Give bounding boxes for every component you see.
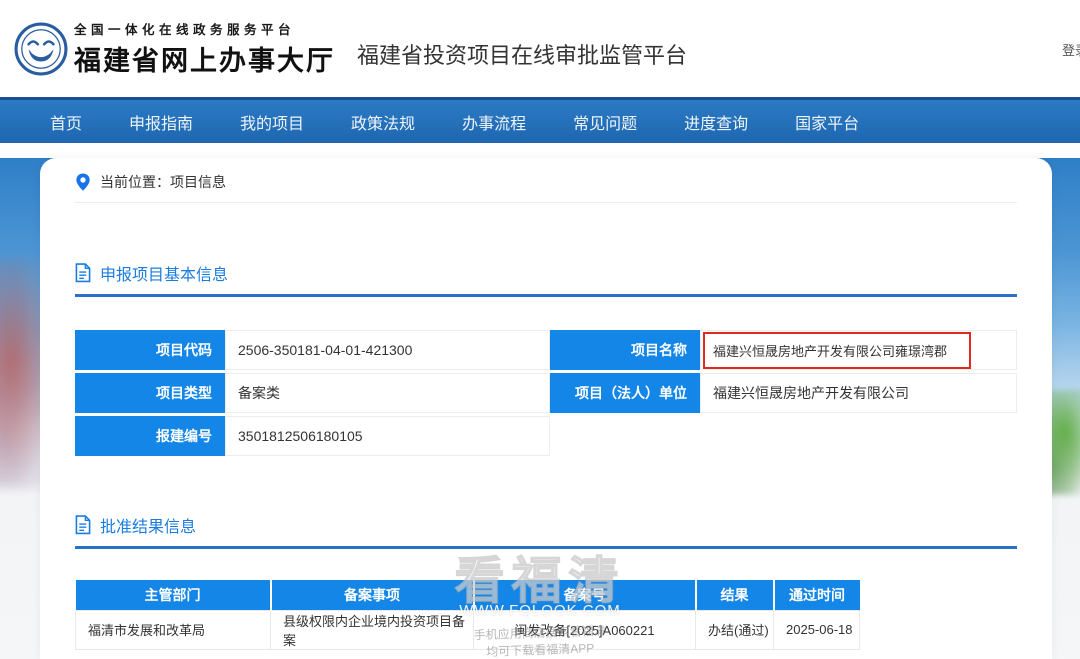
empty-cell: [550, 416, 700, 456]
column-header: 备案事项: [270, 580, 475, 610]
section-divider: [75, 546, 1017, 549]
cell-department: 福清市发展和改革局: [75, 609, 271, 650]
logo-text: 全国一体化在线政务服务平台 福建省网上办事大厅: [74, 19, 335, 78]
section-approval-heading: 批准结果信息: [75, 514, 1017, 536]
document-icon: [75, 515, 91, 535]
nav-item-national-platform[interactable]: 国家平台: [795, 110, 859, 134]
field-label: 项目类型: [75, 373, 225, 413]
nav-item-declare-guide[interactable]: 申报指南: [129, 110, 193, 134]
column-header: 主管部门: [75, 580, 272, 610]
field-label: 项目（法人）单位: [550, 373, 700, 413]
field-label: 项目代码: [75, 330, 225, 370]
field-value: 3501812506180105: [225, 416, 550, 456]
cell-pass-date: 2025-06-18: [773, 609, 860, 650]
gov-smiley-emblem-icon: [14, 22, 68, 75]
site-header: 全国一体化在线政务服务平台 福建省网上办事大厅 福建省投资项目在线审批监管平台 …: [0, 0, 1080, 97]
logo-group: 全国一体化在线政务服务平台 福建省网上办事大厅 福建省投资项目在线审批监管平台: [14, 19, 687, 78]
breadcrumb-label: 当前位置：项目信息: [100, 174, 226, 190]
nav-item-policies[interactable]: 政策法规: [351, 110, 415, 134]
document-icon: [75, 263, 91, 283]
section-divider: [75, 294, 1017, 297]
field-value: 福建兴恒晟房地产开发有限公司: [700, 373, 1017, 413]
field-value: 备案类: [225, 373, 550, 413]
nav-item-process[interactable]: 办事流程: [462, 110, 526, 134]
logo-title: 福建省网上办事大厅: [74, 46, 335, 77]
basic-info-table: 项目代码 2506-350181-04-01-421300 项目名称 福建兴恒晟…: [75, 330, 1017, 456]
cell-record-item: 县级权限内企业境内投资项目备案: [270, 609, 474, 650]
nav-item-my-projects[interactable]: 我的项目: [240, 110, 304, 134]
nav-item-home[interactable]: 首页: [50, 110, 82, 134]
cell-result: 办结(通过): [695, 609, 774, 650]
cell-record-number: 闽发改备[2025]A060221: [473, 609, 696, 650]
nav-item-faq[interactable]: 常见问题: [573, 110, 637, 134]
section-basic-info-heading: 申报项目基本信息: [75, 262, 1017, 284]
highlighted-project-name: 福建兴恒晟房地产开发有限公司雍璟湾郡: [703, 331, 972, 369]
table-header-row: 主管部门 备案事项 备案号 结果 通过时间: [75, 580, 860, 610]
logo-subtitle: 全国一体化在线政务服务平台: [74, 22, 296, 37]
field-label: 报建编号: [75, 416, 225, 456]
field-value: 2506-350181-04-01-421300: [225, 330, 550, 370]
section-title: 批准结果信息: [100, 519, 197, 536]
breadcrumb: 当前位置：项目信息: [75, 158, 1017, 203]
column-header: 通过时间: [773, 580, 860, 610]
column-header: 备案号: [473, 580, 697, 610]
field-label: 项目名称: [550, 330, 700, 370]
page-background: 当前位置：项目信息 申报项目基本信息 项目代码 2506-350181-04-0…: [0, 158, 1080, 659]
field-value: 福建兴恒晟房地产开发有限公司雍璟湾郡: [700, 330, 1017, 370]
location-pin-icon: [76, 173, 90, 191]
column-header: 结果: [695, 580, 775, 610]
empty-cell: [700, 416, 1017, 456]
nav-item-progress-query[interactable]: 进度查询: [684, 110, 748, 134]
platform-title: 福建省投资项目在线审批监管平台: [357, 42, 688, 68]
content-card: 当前位置：项目信息 申报项目基本信息 项目代码 2506-350181-04-0…: [40, 158, 1052, 659]
login-link[interactable]: 登录: [1062, 40, 1080, 59]
section-title: 申报项目基本信息: [100, 267, 229, 284]
table-row: 福清市发展和改革局 县级权限内企业境内投资项目备案 闽发改备[2025]A060…: [75, 609, 860, 650]
approval-result-table: 主管部门 备案事项 备案号 结果 通过时间 福清市发展和改革局 县级权限内企业境…: [75, 580, 860, 650]
main-nav: 首页 申报指南 我的项目 政策法规 办事流程 常见问题 进度查询 国家平台: [0, 97, 1080, 143]
